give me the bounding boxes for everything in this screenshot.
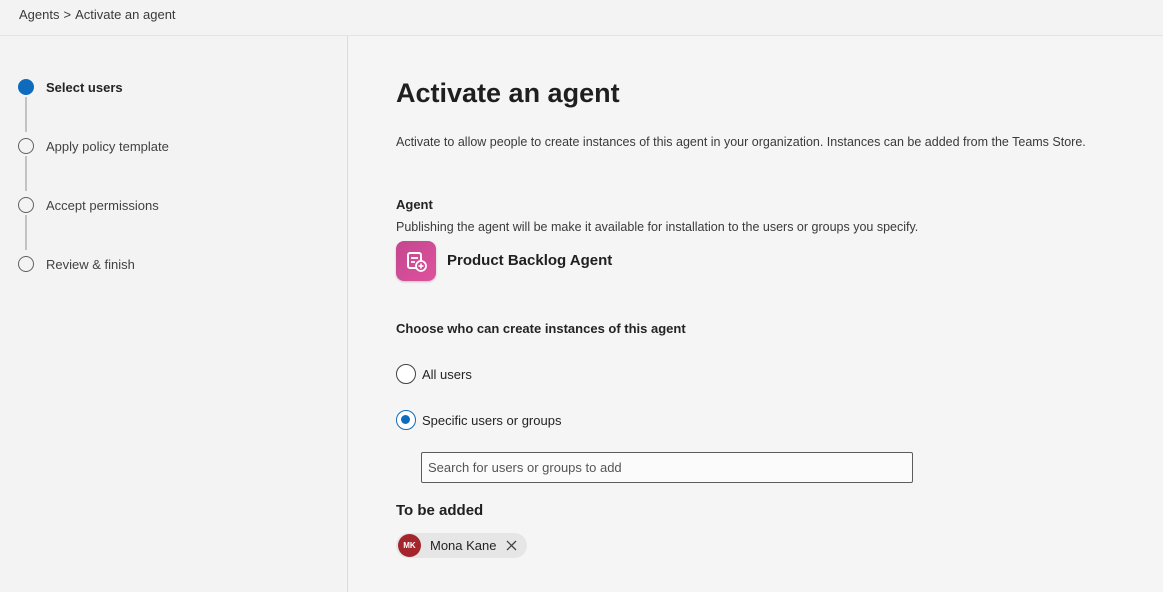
main-panel: Activate an agent Activate to allow peop… <box>349 36 1163 592</box>
step-label: Accept permissions <box>46 197 159 213</box>
breadcrumb-agents-link[interactable]: Agents <box>19 7 59 22</box>
step-review-finish[interactable]: Review & finish <box>18 256 135 272</box>
agent-app-icon <box>396 241 436 281</box>
step-connector <box>25 156 27 191</box>
step-connector <box>25 97 27 132</box>
step-label: Review & finish <box>46 256 135 272</box>
radio-specific-users-or-groups[interactable]: Specific users or groups <box>396 410 561 430</box>
person-chip: MK Mona Kane <box>396 533 527 558</box>
step-pending-indicator-icon <box>18 197 34 213</box>
step-pending-indicator-icon <box>18 256 34 272</box>
agent-name: Product Backlog Agent <box>447 252 613 269</box>
radio-selected-icon <box>396 410 416 430</box>
radio-label: Specific users or groups <box>422 412 562 428</box>
step-current-indicator-icon <box>18 79 34 95</box>
step-connector <box>25 215 27 250</box>
agent-section-label: Agent <box>396 197 433 212</box>
search-users-input[interactable] <box>421 452 913 483</box>
breadcrumb: Agents > Activate an agent <box>19 7 176 22</box>
step-pending-indicator-icon <box>18 138 34 154</box>
person-name: Mona Kane <box>430 538 497 553</box>
agent-section-description: Publishing the agent will be make it ava… <box>396 220 919 234</box>
page-title: Activate an agent <box>396 78 620 108</box>
step-apply-policy-template[interactable]: Apply policy template <box>18 138 169 154</box>
wizard-steps-sidebar: Select users Apply policy template Accep… <box>0 36 348 592</box>
breadcrumb-separator: > <box>63 7 72 22</box>
close-icon[interactable] <box>505 539 519 553</box>
breadcrumb-current: Activate an agent <box>75 7 176 22</box>
audience-label: Choose who can create instances of this … <box>396 321 686 336</box>
avatar: MK <box>398 534 421 557</box>
step-label: Select users <box>46 79 123 95</box>
intro-text: Activate to allow people to create insta… <box>396 135 1086 149</box>
step-label: Apply policy template <box>46 138 169 154</box>
step-select-users[interactable]: Select users <box>18 79 123 95</box>
radio-unselected-icon <box>396 364 416 384</box>
step-accept-permissions[interactable]: Accept permissions <box>18 197 159 213</box>
radio-label: All users <box>422 366 472 382</box>
to-be-added-label: To be added <box>396 502 484 519</box>
top-bar: Agents > Activate an agent <box>0 0 1163 36</box>
radio-all-users[interactable]: All users <box>396 364 472 384</box>
